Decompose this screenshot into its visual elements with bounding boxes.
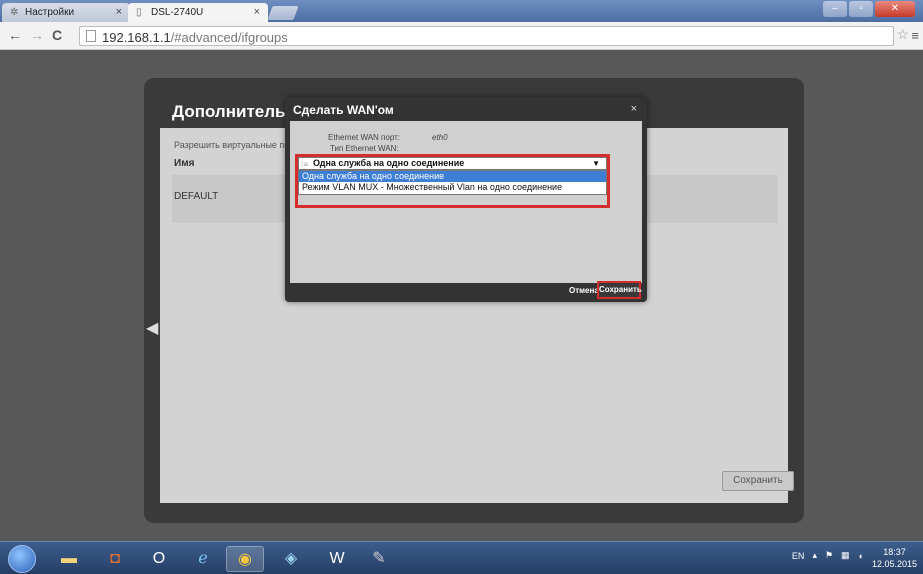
window-controls: – ▫ ✕ [823, 1, 915, 17]
explorer-icon[interactable]: ▬ [50, 546, 88, 572]
back-arrow-icon[interactable]: ← [8, 27, 22, 43]
url-path: /#advanced/ifgroups [170, 30, 288, 45]
close-icon[interactable]: × [116, 6, 122, 18]
tab-dsl-label: DSL-2740U [151, 7, 204, 18]
clock[interactable]: 18:37 12.05.2015 [872, 546, 917, 570]
bookmark-star-icon[interactable]: ☆ [896, 26, 909, 43]
url-host: 192.168.1.1 [102, 30, 171, 45]
network-icon[interactable]: ▦ [841, 550, 850, 561]
outlook-icon[interactable]: ◘ [96, 546, 134, 572]
flag-icon[interactable]: ⚑ [825, 550, 833, 561]
minimize-button[interactable]: – [823, 1, 847, 17]
highlight-frame [295, 154, 610, 208]
clock-date: 12.05.2015 [871, 559, 917, 569]
menu-icon[interactable]: ≡ [911, 28, 919, 43]
page-icon: ▯ [136, 6, 142, 18]
tab-settings[interactable]: ✲ Настройки × [2, 3, 130, 22]
language-indicator[interactable]: EN [792, 551, 805, 561]
opera-icon[interactable]: O [140, 546, 178, 572]
chevron-left-icon[interactable]: ◀ [146, 318, 158, 338]
gear-icon: ✲ [10, 6, 19, 18]
cancel-button[interactable]: Отмена [569, 286, 599, 295]
ethernet-wan-port-value: eth0 [432, 133, 448, 142]
browser-toolbar: ← → C 192.168.1.1/#advanced/ifgroups ☆ ≡ [0, 22, 923, 50]
network-app-icon[interactable]: ◈ [272, 546, 310, 572]
chrome-icon[interactable]: ◉ [226, 546, 264, 572]
word-icon[interactable]: W [318, 546, 356, 572]
page-icon [86, 30, 96, 42]
close-icon[interactable]: × [254, 6, 260, 18]
tab-settings-label: Настройки [25, 7, 75, 18]
window-titlebar: ✲ Настройки × ▯ DSL-2740U × – ▫ ✕ [0, 0, 923, 22]
column-name-header: Имя [174, 158, 195, 169]
maximize-button[interactable]: ▫ [849, 1, 873, 17]
allow-virtual-ports-label: Разрешить виртуальные порт [174, 140, 299, 150]
taskbar: ▬ ◘ O ℯ ◉ ◈ W ✎ EN ▴ ⚑ ▦ ◖ 18:37 12.05.2… [0, 541, 923, 574]
tray-expand-icon[interactable]: ▴ [812, 550, 817, 561]
dialog-title: Сделать WAN'ом [293, 103, 394, 117]
volume-icon[interactable]: ◖ [858, 551, 863, 561]
window-close-button[interactable]: ✕ [875, 1, 915, 17]
ethernet-wan-type-label: Тип Ethernet WAN: [330, 144, 399, 153]
close-icon[interactable]: × [631, 103, 637, 115]
system-tray: EN ▴ ⚑ ▦ ◖ [792, 550, 863, 561]
url-text: 192.168.1.1/#advanced/ifgroups [102, 30, 288, 45]
save-button[interactable]: Сохранить [722, 471, 794, 491]
paint-icon[interactable]: ✎ [360, 546, 398, 572]
new-tab-button[interactable] [267, 6, 299, 20]
ethernet-wan-port-label: Ethernet WAN порт: [328, 133, 400, 142]
ie-icon[interactable]: ℯ [184, 546, 222, 572]
tab-dsl[interactable]: ▯ DSL-2740U × [128, 3, 268, 22]
address-bar[interactable]: 192.168.1.1/#advanced/ifgroups [79, 26, 894, 46]
clock-time: 18:37 [883, 547, 906, 557]
start-button[interactable] [8, 545, 36, 573]
row-name-cell: DEFAULT [174, 191, 219, 202]
reload-icon[interactable]: C [52, 27, 62, 43]
forward-arrow-icon[interactable]: → [30, 27, 44, 43]
dialog-save-button[interactable]: Сохранить [597, 281, 642, 299]
